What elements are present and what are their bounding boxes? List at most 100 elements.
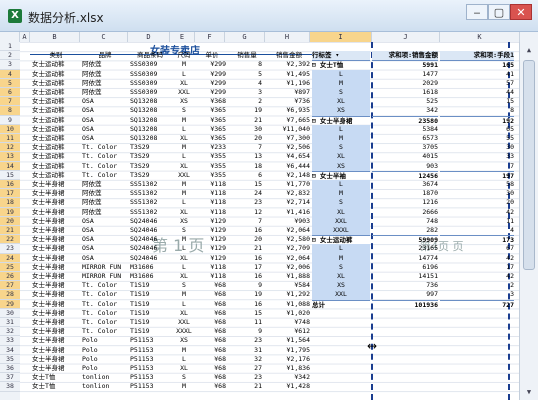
table-cell[interactable]: SQ24046 [130,226,170,235]
table-cell[interactable]: L [172,355,196,364]
table-cell[interactable]: 9 [232,281,262,290]
table-cell[interactable]: ¥365 [198,116,226,125]
table-cell[interactable]: XL [172,272,196,281]
table-cell[interactable]: P51153 [130,364,170,373]
table-cell[interactable]: ¥2,832 [268,189,310,198]
table-cell[interactable]: 31 [232,346,262,355]
table-cell[interactable]: M [172,60,196,69]
table-cell[interactable]: 女士半身裙 [32,281,80,290]
table-cell[interactable]: ¥903 [268,217,310,226]
table-cell[interactable]: 女士运动裤 [32,106,80,115]
table-cell[interactable]: M [172,189,196,198]
table-cell[interactable]: 19 [232,106,262,115]
table-cell[interactable]: ¥612 [268,327,310,336]
table-cell[interactable]: ¥355 [198,171,226,180]
table-cell[interactable]: Tt. Color [82,300,128,309]
row-header-36[interactable]: 36 [0,364,20,374]
pivot-item-amount[interactable]: 14774 [372,254,438,263]
table-cell[interactable]: 女士半身裙 [32,309,80,318]
scrollbar-thumb[interactable] [523,60,535,270]
row-header-6[interactable]: 6 [0,88,20,98]
pivot-item-amount[interactable]: 903 [372,162,438,171]
table-cell[interactable]: ¥1,888 [268,272,310,281]
table-cell[interactable]: 女士半身裙 [32,263,80,272]
table-cell[interactable]: M [172,382,196,391]
row-header-21[interactable]: 21 [0,226,20,236]
table-cell[interactable]: SSS0309 [130,70,170,79]
table-cell[interactable]: XS [172,217,196,226]
table-cell[interactable]: ¥584 [268,281,310,290]
pivot-item-qty[interactable]: 42 [440,272,514,281]
table-cell[interactable]: ¥7,300 [268,134,310,143]
table-cell[interactable]: SS51302 [130,208,170,217]
pivot-item-amount[interactable]: 14151 [372,272,438,281]
row-header-15[interactable]: 15 [0,171,20,180]
table-cell[interactable]: ¥118 [198,263,226,272]
table-header[interactable]: 销售金额 [268,51,310,60]
table-cell[interactable]: 15 [232,180,262,189]
column-header-g[interactable]: G [225,32,265,42]
table-cell[interactable]: ¥1,795 [268,346,310,355]
table-cell[interactable]: SSS0309 [130,88,170,97]
table-cell[interactable]: ¥2,714 [268,198,310,207]
table-cell[interactable]: M [172,143,196,152]
table-cell[interactable]: ¥68 [198,373,226,382]
pivot-item-label[interactable]: M [312,134,370,144]
table-cell[interactable]: 女士运动裤 [32,60,80,69]
table-cell[interactable]: T3S29 [130,162,170,171]
table-cell[interactable]: M [172,180,196,189]
table-cell[interactable]: SQ13208 [130,97,170,106]
table-cell[interactable]: ¥736 [268,97,310,106]
row-header-37[interactable]: 37 [0,373,20,383]
pivot-item-label[interactable]: M [312,78,370,88]
row-header-8[interactable]: 8 [0,106,20,116]
table-cell[interactable]: T3S29 [130,152,170,161]
table-cell[interactable]: 女士运动裤 [32,171,80,180]
table-cell[interactable]: XXL [172,171,196,180]
table-cell[interactable]: 13 [232,152,262,161]
table-cell[interactable]: 女士运动裤 [32,152,80,161]
table-cell[interactable]: M [172,346,196,355]
table-cell[interactable]: L [172,125,196,134]
table-cell[interactable]: ¥1,428 [268,382,310,391]
table-cell[interactable]: M [172,116,196,125]
table-cell[interactable]: 阿依莲 [82,70,128,79]
table-cell[interactable]: S [172,226,196,235]
table-header[interactable]: 商品条码 [130,51,170,60]
table-cell[interactable]: ¥2,006 [268,263,310,272]
table-cell[interactable]: SQ13208 [130,134,170,143]
pivot-item-amount[interactable]: 1618 [372,88,438,97]
pivot-item-qty[interactable]: 20 [440,198,514,207]
table-cell[interactable]: ¥299 [198,60,226,69]
pivot-item-label[interactable]: XL [312,272,370,282]
table-cell[interactable]: Tt. Color [82,162,128,171]
pivot-item-label[interactable]: S [312,143,370,153]
pivot-item-label[interactable]: XL [312,97,370,107]
row-header-2[interactable]: 2 [0,51,20,61]
table-cell[interactable]: ¥129 [198,244,226,253]
row-header-33[interactable]: 33 [0,336,20,346]
row-header-35[interactable]: 35 [0,355,20,364]
table-cell[interactable]: 女士T恤 [32,373,80,382]
row-header-9[interactable]: 9 [0,116,20,125]
pivot-item-qty[interactable]: 67 [440,244,514,253]
table-cell[interactable]: XS [172,336,196,345]
table-cell[interactable]: ¥11,040 [268,125,310,134]
pivot-item-label[interactable]: S [312,262,370,272]
table-cell[interactable]: Tt. Color [82,290,128,299]
table-cell[interactable]: 19 [232,290,262,299]
pivot-item-qty[interactable]: 33 [440,152,514,161]
table-cell[interactable]: ¥118 [198,189,226,198]
pivot-item-qty[interactable]: 11 [440,217,514,226]
table-cell[interactable]: ¥299 [198,79,226,88]
pivot-total-qty[interactable]: 727 [440,299,514,310]
column-header-e[interactable]: E [170,32,195,42]
column-header-j[interactable]: J [372,32,440,42]
table-cell[interactable]: 女士半身裙 [32,300,80,309]
table-cell[interactable]: XL [172,309,196,318]
pivot-item-amount[interactable]: 2666 [372,208,438,217]
table-cell[interactable]: 女士半身裙 [32,208,80,217]
table-cell[interactable]: ¥68 [198,364,226,373]
row-header-23[interactable]: 23 [0,244,20,254]
table-cell[interactable]: 女士半身裙 [32,336,80,345]
